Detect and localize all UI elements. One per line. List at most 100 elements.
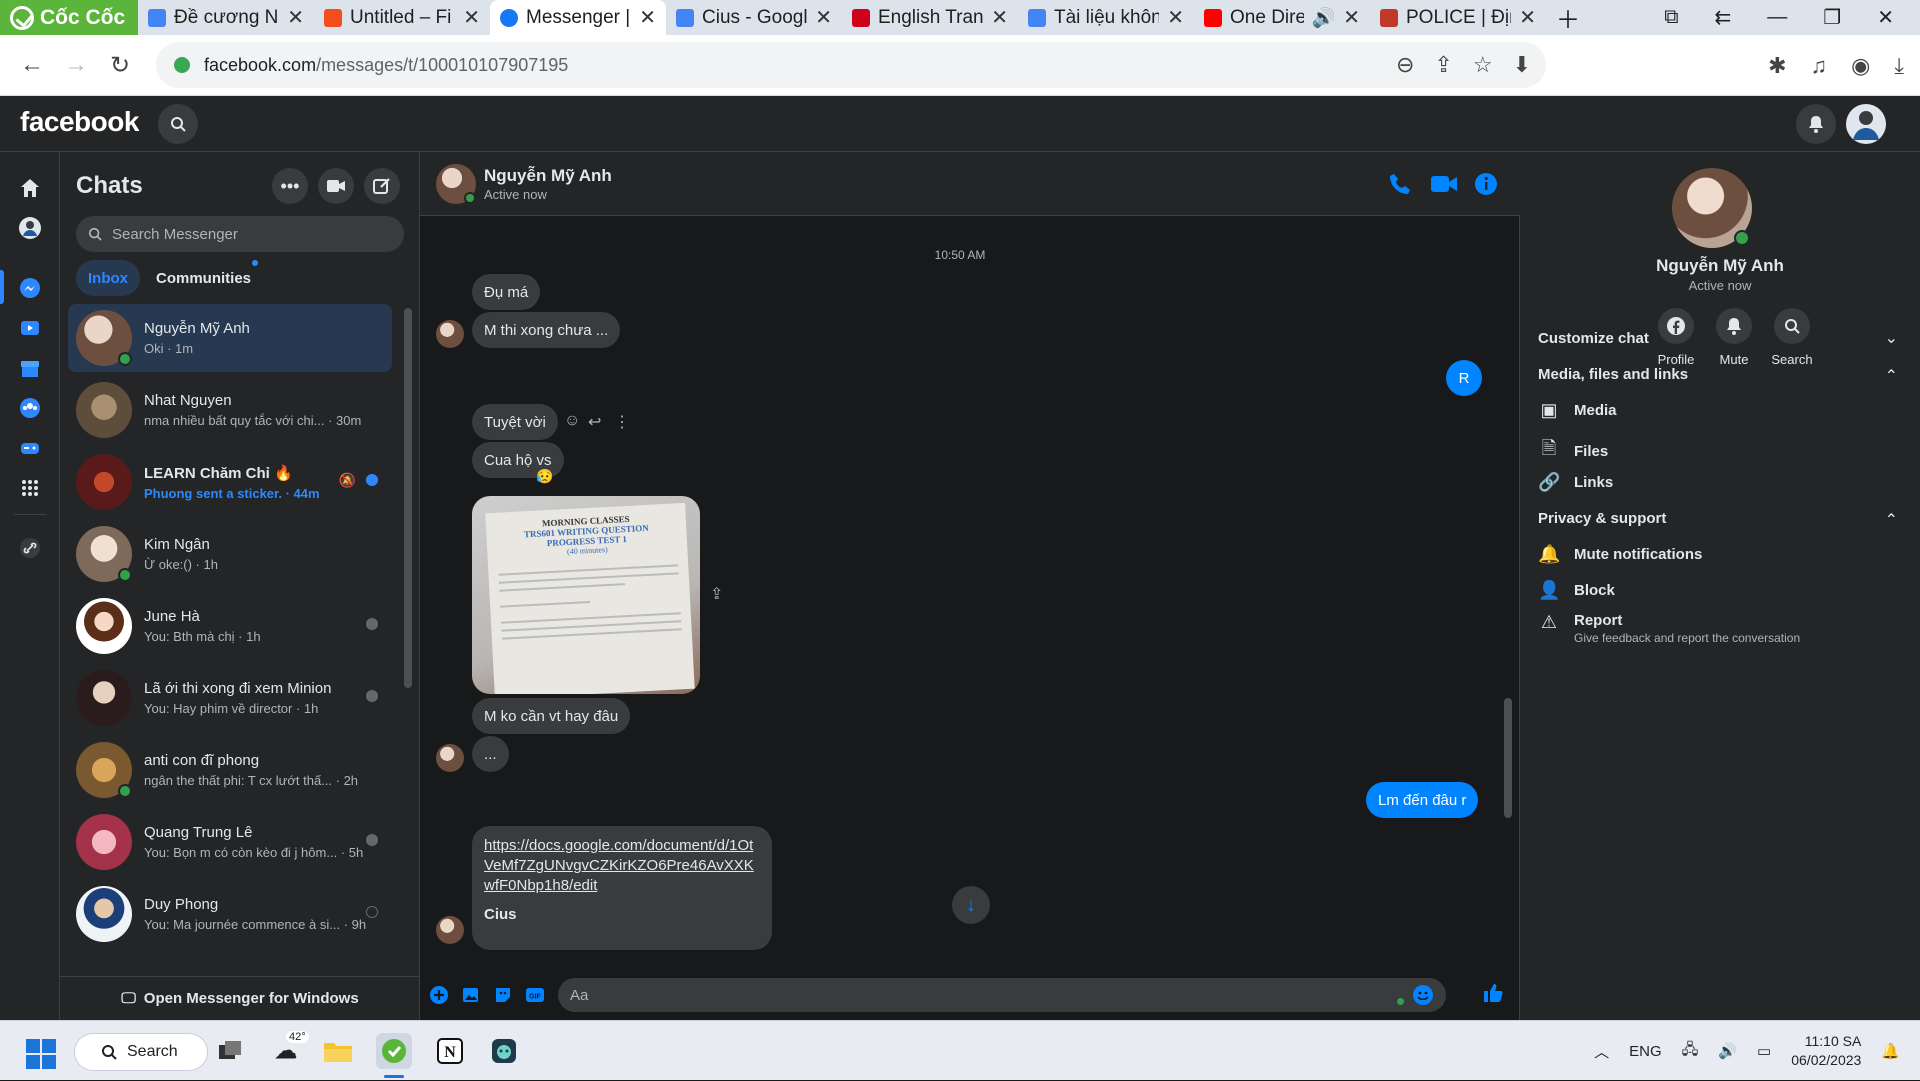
file-explorer-icon[interactable]: [320, 1033, 356, 1069]
message-input[interactable]: Aa: [558, 978, 1446, 1012]
downloads-icon[interactable]: ⤓: [1894, 53, 1904, 79]
coccoc-brand[interactable]: Cốc Cốc: [0, 0, 138, 35]
watch-video-icon[interactable]: [18, 316, 42, 340]
reply-icon[interactable]: ↩: [588, 412, 601, 432]
block-item[interactable]: 👤 Block: [1538, 580, 1615, 601]
more-actions-icon[interactable]: ⋮: [614, 412, 630, 432]
maximize-icon[interactable]: ❐: [1823, 5, 1841, 30]
conversation-item[interactable]: Nhat Nguyen nma nhiều bất quy tắc với chi…: [68, 376, 392, 444]
reaction-emoji[interactable]: 😥: [536, 468, 553, 485]
search-messenger-input[interactable]: Search Messenger: [76, 216, 404, 252]
marketplace-icon[interactable]: [18, 356, 42, 380]
browser-tab-active[interactable]: Messenger | ✕: [490, 0, 666, 35]
browser-tab[interactable]: One Dire 🔊 ✕: [1194, 0, 1370, 35]
account-avatar[interactable]: [1846, 104, 1886, 144]
reload-icon[interactable]: ↻: [98, 51, 142, 80]
search-icon[interactable]: [158, 104, 198, 144]
message-bubble[interactable]: Tuyệt vời: [472, 404, 558, 440]
groups-icon[interactable]: [18, 396, 42, 420]
conversation-item[interactable]: Duy Phong You: Ma journée commence à si..…: [68, 880, 392, 948]
conversation-item[interactable]: LEARN Chăm Chỉ 🔥 Phuong sent a sticker. ·…: [68, 448, 392, 516]
compose-new-message-icon[interactable]: [364, 168, 400, 204]
conversation-item[interactable]: Nguyễn Mỹ Anh Oki · 1m: [68, 304, 392, 372]
message-bubble[interactable]: Đụ má: [472, 274, 541, 310]
notification-bell-icon[interactable]: 🔔: [1881, 1042, 1900, 1060]
coccoc-browser-icon[interactable]: [376, 1033, 412, 1069]
close-window-icon[interactable]: ✕: [1877, 5, 1894, 30]
photo-attachment[interactable]: MORNING CLASSES TRS601 WRITING QUESTION …: [472, 496, 700, 694]
share-forward-icon[interactable]: ⇪: [710, 584, 723, 604]
conversation-item[interactable]: Lã ới thi xong đi xem Minion You: Hay phi…: [68, 664, 392, 732]
share-icon[interactable]: ⇪: [1434, 52, 1452, 78]
conversation-item[interactable]: anti con đĩ phong ngân the thất phi: T cx…: [68, 736, 392, 804]
like-thumbs-up-icon[interactable]: [1482, 982, 1504, 1004]
mute-notifications-item[interactable]: 🔔 Mute notifications: [1538, 544, 1702, 565]
messenger-icon[interactable]: [18, 276, 42, 300]
minimize-icon[interactable]: —: [1767, 6, 1787, 29]
emoji-picker-icon[interactable]: [1412, 984, 1434, 1006]
link-preview-card[interactable]: https://docs.google.com/document/d/1OtVe…: [472, 826, 772, 950]
show-hidden-icons-chevron-icon[interactable]: ︿: [1594, 1041, 1609, 1062]
chevron-up-icon[interactable]: ⌃: [1885, 366, 1898, 386]
files-item[interactable]: 🗎 Files: [1538, 436, 1608, 466]
profile-avatar-icon[interactable]: [18, 216, 42, 240]
contact-name[interactable]: Nguyễn Mỹ Anh: [484, 166, 612, 186]
browser-tab[interactable]: English Trans ✕: [842, 0, 1018, 35]
report-item[interactable]: ⚠ Report Give feedback and report the co…: [1538, 612, 1800, 645]
link-icon[interactable]: [18, 536, 42, 560]
bookmark-star-icon[interactable]: ☆: [1473, 52, 1493, 78]
tab-communities[interactable]: Communities: [144, 260, 263, 296]
facebook-logo[interactable]: facebook: [20, 106, 139, 138]
menu-grid-icon[interactable]: [18, 476, 42, 500]
media-icon[interactable]: ♫: [1811, 53, 1828, 79]
new-room-video-icon[interactable]: [318, 168, 354, 204]
tab-inbox[interactable]: Inbox: [76, 260, 140, 296]
browser-tab[interactable]: Tài liệu khôn ✕: [1018, 0, 1194, 35]
close-tab-icon[interactable]: ✕: [1343, 5, 1360, 30]
profile-icon[interactable]: ◉: [1851, 53, 1870, 79]
tab-search-icon[interactable]: ⧉: [1664, 6, 1678, 29]
network-icon[interactable]: 🖧: [1682, 1039, 1699, 1064]
notifications-bell-icon[interactable]: [1796, 104, 1836, 144]
audio-call-icon[interactable]: [1388, 172, 1412, 196]
conversation-item[interactable]: Kim Ngân Ừ oke:() · 1h: [68, 520, 392, 588]
language-indicator[interactable]: ENG: [1629, 1043, 1662, 1060]
browser-tab[interactable]: Đề cương N ✕: [138, 0, 314, 35]
contact-profile-avatar[interactable]: [1672, 168, 1752, 248]
more-options-icon[interactable]: •••: [272, 168, 308, 204]
search-quick-action[interactable]: Search: [1752, 308, 1832, 367]
app-icon[interactable]: [486, 1033, 522, 1069]
extensions-icon[interactable]: ✱: [1768, 53, 1786, 79]
media-files-links-section[interactable]: Media, files and links: [1538, 366, 1688, 383]
home-icon[interactable]: [18, 176, 42, 200]
scroll-to-bottom-icon[interactable]: ↓: [952, 886, 990, 924]
message-bubble[interactable]: M thi xong chưa ...: [472, 312, 621, 348]
attach-image-icon[interactable]: [460, 984, 482, 1006]
chevron-up-icon[interactable]: ⌃: [1885, 510, 1898, 530]
forward-arrow-icon[interactable]: →: [54, 51, 98, 79]
address-bar[interactable]: facebook.com/messages/t/100010107907195 …: [156, 42, 1546, 88]
close-tab-icon[interactable]: ✕: [1167, 5, 1184, 30]
close-tab-icon[interactable]: ✕: [287, 5, 304, 30]
conversation-item[interactable]: Quang Trung Lê You: Bọn m có còn kèo đi j…: [68, 808, 392, 876]
browser-tab[interactable]: Untitled – Fi ✕: [314, 0, 490, 35]
media-item[interactable]: ▣ Media: [1538, 400, 1616, 421]
message-bubble-mine[interactable]: R: [1446, 360, 1482, 396]
windows-start-icon[interactable]: [26, 1039, 56, 1069]
notion-icon[interactable]: N: [432, 1033, 468, 1069]
speaker-icon[interactable]: 🔊: [1312, 6, 1336, 30]
video-call-icon[interactable]: [1430, 172, 1458, 196]
browser-tab[interactable]: Cius - Googl ✕: [666, 0, 842, 35]
more-actions-plus-icon[interactable]: [428, 984, 450, 1006]
download-page-icon[interactable]: ⬇: [1513, 52, 1531, 78]
react-emoji-icon[interactable]: ☺: [564, 412, 580, 430]
links-item[interactable]: 🔗 Links: [1538, 472, 1613, 493]
shared-link-url[interactable]: https://docs.google.com/document/d/1OtVe…: [484, 836, 760, 896]
message-bubble-mine[interactable]: Lm đến đâu r: [1366, 782, 1479, 818]
close-tab-icon[interactable]: ✕: [639, 5, 656, 30]
browser-tab[interactable]: POLICE | Địn ✕: [1370, 0, 1546, 35]
back-history-icon[interactable]: ⇇: [1715, 5, 1732, 30]
conversation-item[interactable]: June Hà You: Bth mà chị · 1h: [68, 592, 392, 660]
taskbar-search[interactable]: Search: [74, 1033, 208, 1071]
customize-chat-section[interactable]: Customize chat: [1538, 330, 1649, 347]
